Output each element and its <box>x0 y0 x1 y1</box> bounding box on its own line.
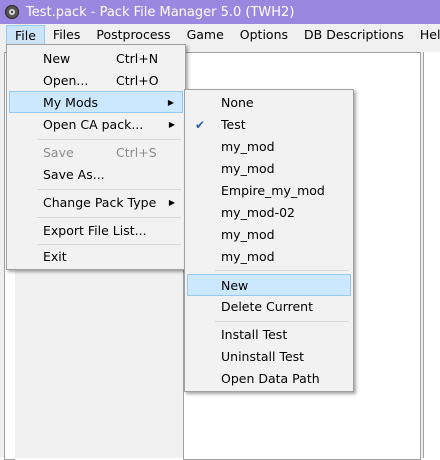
menu-separator <box>215 270 349 271</box>
mod-item-test[interactable]: ✔ Test <box>187 114 351 136</box>
chevron-right-icon: ▶ <box>168 120 175 129</box>
menu-item-change-pack-type[interactable]: Change Pack Type ▶ <box>9 192 183 214</box>
chevron-right-icon: ▶ <box>168 198 175 207</box>
menu-item-open-data-path[interactable]: Open Data Path <box>187 368 351 390</box>
mod-item[interactable]: my_mod <box>187 136 351 158</box>
menu-item-label: My Mods <box>43 95 99 110</box>
menu-item-save[interactable]: Save Ctrl+S <box>9 142 183 164</box>
mod-item[interactable]: my_mod-02 <box>187 202 351 224</box>
menu-item-new[interactable]: New Ctrl+N <box>9 48 183 70</box>
mod-item-none[interactable]: None <box>187 92 351 114</box>
menu-separator <box>215 321 349 322</box>
menu-item-label: Export File List... <box>43 223 147 238</box>
menu-item-uninstall-test[interactable]: Uninstall Test <box>187 346 351 368</box>
my-mods-submenu: None ✔ Test my_mod my_mod Empire_my_mod … <box>184 89 354 392</box>
menu-item-label: my_mod <box>221 161 275 176</box>
chevron-right-icon: ▶ <box>167 98 174 107</box>
mod-item[interactable]: my_mod <box>187 224 351 246</box>
menu-item-label: Open Data Path <box>221 371 320 386</box>
menu-item-my-mods[interactable]: My Mods ▶ <box>9 91 183 113</box>
menu-postprocess[interactable]: Postprocess <box>88 25 178 45</box>
menu-separator <box>37 217 181 218</box>
menu-item-label: Empire_my_mod <box>221 183 325 198</box>
shortcut-label: Ctrl+N <box>116 51 159 66</box>
menu-game[interactable]: Game <box>179 25 232 45</box>
menu-item-open-ca-pack[interactable]: Open CA pack... ▶ <box>9 114 183 136</box>
menu-item-label: Change Pack Type <box>43 195 157 210</box>
menu-bar: File Files Postprocess Game Options DB D… <box>0 24 440 46</box>
mod-item[interactable]: Empire_my_mod <box>187 180 351 202</box>
mod-item[interactable]: my_mod <box>187 158 351 180</box>
checkmark-icon: ✔ <box>195 118 206 132</box>
menu-item-label: my_mod <box>221 227 275 242</box>
shortcut-label: Ctrl+S <box>116 145 157 160</box>
menu-item-label: Open CA pack... <box>43 117 144 132</box>
menu-item-export-file-list[interactable]: Export File List... <box>9 220 183 242</box>
menu-item-label: Uninstall Test <box>221 349 305 364</box>
menu-help[interactable]: Help <box>412 25 440 45</box>
shortcut-label: Ctrl+O <box>116 73 159 88</box>
menu-files[interactable]: Files <box>45 25 88 45</box>
menu-item-label: my_mod <box>221 249 275 264</box>
menu-item-delete-current[interactable]: Delete Current <box>187 296 351 318</box>
menu-item-install-test[interactable]: Install Test <box>187 324 351 346</box>
menu-item-label: Save As... <box>43 167 105 182</box>
menu-item-label: Open... <box>43 73 89 88</box>
menu-item-label: Save <box>43 145 74 160</box>
menu-item-label: Test <box>221 117 246 132</box>
menu-item-exit[interactable]: Exit <box>9 246 183 268</box>
menu-item-save-as[interactable]: Save As... <box>9 164 183 186</box>
window-title: Test.pack - Pack File Manager 5.0 (TWH2) <box>26 4 295 20</box>
file-menu: New Ctrl+N Open... Ctrl+O My Mods ▶ Open… <box>6 44 186 270</box>
menu-item-label: Install Test <box>221 327 288 342</box>
menu-item-label: New <box>43 51 71 66</box>
title-bar: Test.pack - Pack File Manager 5.0 (TWH2) <box>0 0 440 24</box>
menu-separator <box>37 189 181 190</box>
menu-db-descriptions[interactable]: DB Descriptions <box>296 25 412 45</box>
menu-item-new-mod[interactable]: New <box>187 274 351 296</box>
menu-item-label: None <box>221 95 254 110</box>
mod-item[interactable]: my_mod <box>187 246 351 268</box>
menu-item-label: my_mod-02 <box>221 205 295 220</box>
menu-item-open[interactable]: Open... Ctrl+O <box>9 70 183 92</box>
side-panel[interactable] <box>423 52 440 458</box>
gear-icon <box>5 5 19 19</box>
menu-item-label: Exit <box>43 249 67 264</box>
menu-item-label: New <box>221 278 249 293</box>
menu-item-label: Delete Current <box>221 299 313 314</box>
menu-file[interactable]: File <box>6 25 45 45</box>
menu-separator <box>37 244 181 245</box>
menu-item-label: my_mod <box>221 139 275 154</box>
menu-separator <box>37 139 181 140</box>
menu-options[interactable]: Options <box>232 25 296 45</box>
